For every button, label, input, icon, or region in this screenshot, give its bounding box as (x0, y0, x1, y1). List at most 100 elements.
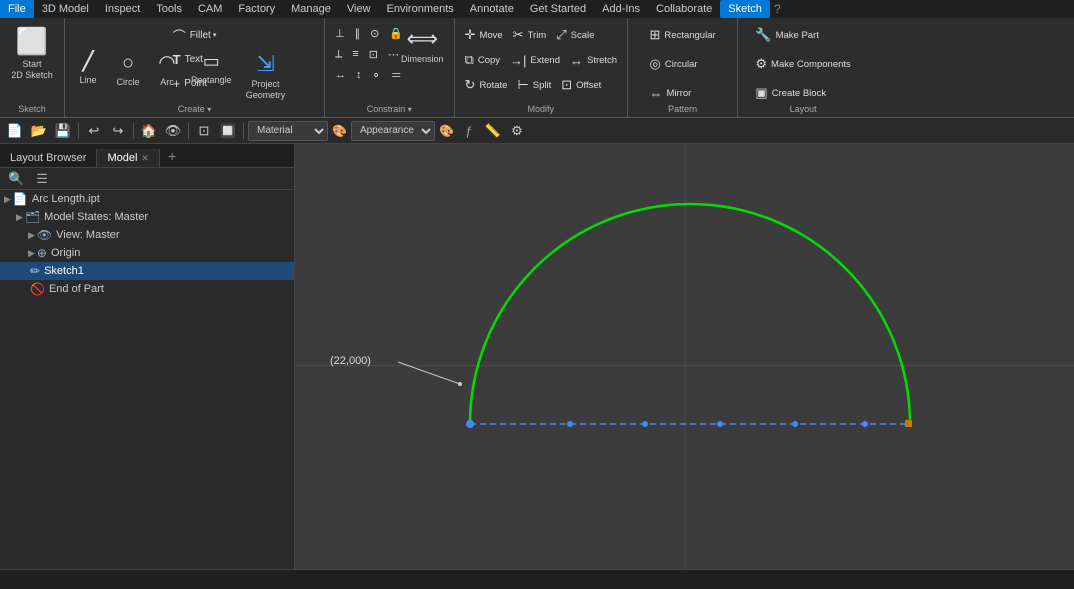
arc-button[interactable]: ◠ Arc (151, 49, 183, 103)
start-2d-sketch-button[interactable]: ⬜ Start2D Sketch (7, 24, 57, 83)
tab-layout-browser-label: Layout Browser (10, 152, 86, 164)
material-icon: 🎨 (332, 124, 347, 138)
tb-save[interactable]: 💾 (52, 120, 74, 142)
project-geometry-button[interactable]: ⇲ ProjectGeometry (240, 49, 292, 103)
tb-redo[interactable]: ↪ (107, 120, 129, 142)
sidebar-menu-btn[interactable]: ☰ (32, 169, 52, 189)
rotate-icon: ↻ (465, 77, 476, 93)
constrain-8[interactable]: ↕ (352, 66, 366, 84)
tab-model[interactable]: Model ✕ (97, 149, 160, 167)
tab-model-close[interactable]: ✕ (141, 153, 149, 164)
help-icon[interactable]: ? (774, 2, 781, 16)
menu-get-started[interactable]: Get Started (522, 0, 594, 18)
stretch-button[interactable]: ↔ Stretch (566, 49, 621, 71)
view-master-icon: 👁 (37, 228, 52, 242)
menu-tools[interactable]: Tools (148, 0, 190, 18)
menu-view[interactable]: View (339, 0, 379, 18)
constrain-3[interactable]: ⊙ (366, 24, 383, 42)
tab-layout-browser[interactable]: Layout Browser (0, 149, 97, 167)
menu-3d-model[interactable]: 3D Model (34, 0, 97, 18)
move-button[interactable]: ✛ Move (461, 24, 507, 46)
mid-point-1 (567, 421, 573, 427)
arc-icon: ◠ (158, 51, 175, 75)
create-block-button[interactable]: ▣ Create Block (751, 82, 830, 104)
tb-measure[interactable]: 📏 (482, 120, 504, 142)
rectangular-icon: ⊞ (650, 27, 661, 43)
menu-collaborate[interactable]: Collaborate (648, 0, 720, 18)
tree-end-of-part[interactable]: 🚫 End of Part (0, 280, 294, 298)
offset-icon: ⊡ (561, 77, 572, 93)
tb-view[interactable]: 👁 (162, 120, 184, 142)
tb-display[interactable]: 🔲 (217, 120, 239, 142)
viewport[interactable]: (22,000) (295, 144, 1074, 569)
fillet-button[interactable]: ⌒ Fillet ▾ (169, 24, 221, 46)
sidebar-search-btn[interactable]: 🔍 (4, 169, 28, 189)
constrain-4[interactable]: ⟂ (331, 45, 346, 63)
tb-sep2 (133, 123, 134, 139)
tb-formula[interactable]: ƒ (458, 120, 480, 142)
project-geometry-icon: ⇲ (256, 51, 274, 77)
tb-new[interactable]: 📄 (4, 120, 26, 142)
left-endpoint (466, 420, 474, 428)
add-tab-button[interactable]: + (160, 145, 184, 167)
ribbon: ⬜ Start2D Sketch Sketch ⌒ Fillet ▾ T T (0, 18, 1074, 118)
rotate-button[interactable]: ↻ Rotate (461, 74, 512, 96)
end-of-part-label: End of Part (49, 283, 104, 295)
ribbon-modify-section: ✛ Move ✂ Trim ⤢ Scale ⧉ Copy →| Extend ↔… (455, 18, 629, 117)
rectangular-button[interactable]: ⊞ Rectangular (646, 24, 720, 46)
constrain-5[interactable]: ≡ (348, 45, 362, 63)
scale-button[interactable]: ⤢ Scale (552, 24, 598, 46)
make-part-button[interactable]: 🔧 Make Part (751, 24, 822, 46)
tb-undo[interactable]: ↩ (83, 120, 105, 142)
tb-open[interactable]: 📂 (28, 120, 50, 142)
rectangle-button[interactable]: ▭ Rectangle (187, 49, 236, 103)
tb-snap[interactable]: ⊡ (193, 120, 215, 142)
constrain-1[interactable]: ⊥ (331, 24, 349, 42)
origin-label: Origin (51, 247, 80, 259)
tree-arc-length[interactable]: ▶ 📄 Arc Length.ipt (0, 190, 294, 208)
sketch1-label: Sketch1 (44, 265, 84, 277)
menu-environments[interactable]: Environments (379, 0, 462, 18)
create-icons-row: ╱ Line ○ Circle ◠ Arc ▭ Rectangle ⇲ Proj… (71, 49, 292, 103)
ribbon-constrain-section: ⊥ ∥ ⊙ 🔒 ⟂ ≡ ⊡ ⋯ ↔ ↕ ⚬ ＝ (325, 18, 455, 117)
menu-inspect[interactable]: Inspect (97, 0, 148, 18)
offset-button[interactable]: ⊡ Offset (557, 74, 605, 96)
split-button[interactable]: ⊢ Split (513, 74, 555, 96)
circle-button[interactable]: ○ Circle (109, 49, 147, 103)
make-components-button[interactable]: ⚙ Make Components (751, 53, 854, 75)
constrain-7[interactable]: ↔ (331, 66, 350, 84)
ribbon-sketch-section: ⬜ Start2D Sketch Sketch (0, 18, 65, 117)
material-select[interactable]: Material (248, 121, 328, 141)
create-section-label: Create ▾ (65, 104, 324, 114)
copy-button[interactable]: ⧉ Copy (461, 49, 504, 71)
tree-sketch1[interactable]: ✏ Sketch1 (0, 262, 294, 280)
menu-sketch[interactable]: Sketch (720, 0, 770, 18)
circular-pattern-button[interactable]: ◎ Circular (646, 53, 702, 75)
sidebar-toolbar: 🔍 ☰ (0, 168, 294, 190)
split-icon: ⊢ (517, 77, 528, 93)
line-button[interactable]: ╱ Line (71, 49, 105, 103)
mirror-button[interactable]: ⇔ Mirror (646, 82, 696, 104)
scale-icon: ⤢ (556, 27, 566, 43)
tb-home[interactable]: 🏠 (138, 120, 160, 142)
tb-params[interactable]: ⚙ (506, 120, 528, 142)
constrain-eq[interactable]: ＝ (387, 66, 406, 84)
menu-annotate[interactable]: Annotate (462, 0, 522, 18)
tree-view-master[interactable]: ▶ 👁 View: Master (0, 226, 294, 244)
constrain-6[interactable]: ⊡ (365, 45, 382, 63)
menu-add-ins[interactable]: Add-Ins (594, 0, 648, 18)
appearance-select[interactable]: Appearance (351, 121, 435, 141)
constrain-9[interactable]: ⚬ (368, 66, 385, 84)
menu-manage[interactable]: Manage (283, 0, 339, 18)
trim-button[interactable]: ✂ Trim (509, 24, 551, 46)
dimension-button[interactable]: ⟺ Dimension (397, 24, 448, 67)
extend-button[interactable]: →| Extend (506, 49, 564, 71)
sidebar-tabs: Layout Browser Model ✕ + (0, 144, 294, 168)
constrain-2[interactable]: ∥ (351, 24, 365, 42)
make-part-icon: 🔧 (755, 27, 771, 43)
menu-factory[interactable]: Factory (230, 0, 283, 18)
tree-model-states[interactable]: ▶ 🗂 Model States: Master (0, 208, 294, 226)
menu-file[interactable]: File (0, 0, 34, 18)
tree-origin[interactable]: ▶ ⊕ Origin (0, 244, 294, 262)
menu-cam[interactable]: CAM (190, 0, 230, 18)
